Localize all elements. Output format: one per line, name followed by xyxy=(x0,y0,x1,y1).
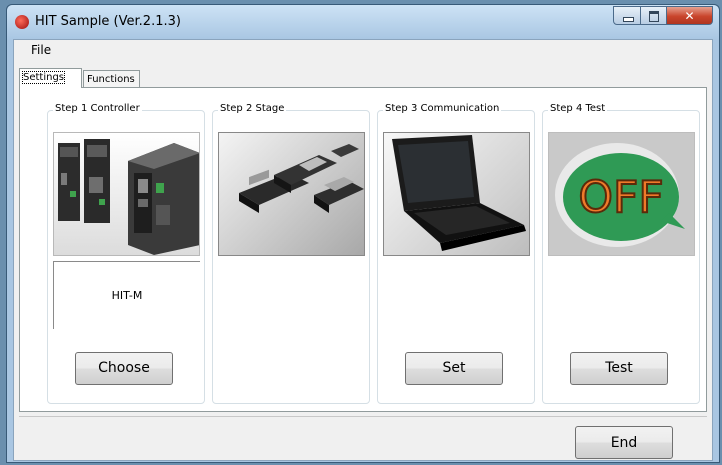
tab-functions[interactable]: Functions xyxy=(83,70,140,87)
controller-illustration xyxy=(58,139,199,255)
title-bar[interactable]: HIT Sample (Ver.2.1.3) xyxy=(7,5,719,39)
set-button[interactable]: Set xyxy=(405,352,503,385)
stage-illustration xyxy=(239,144,364,213)
end-button[interactable]: End xyxy=(575,426,673,459)
menu-file[interactable]: File xyxy=(31,43,51,57)
laptop-image xyxy=(383,132,530,256)
maximize-icon[interactable] xyxy=(641,6,667,25)
app-icon xyxy=(15,15,29,29)
step-1-label: Step 1 Controller xyxy=(53,103,142,114)
controller-model: HIT-M xyxy=(53,261,200,329)
step-4-group: Step 4 Test OFF Test xyxy=(542,103,700,404)
step-2-group: Step 2 Stage xyxy=(212,103,370,404)
test-button[interactable]: Test xyxy=(570,352,668,385)
laptop-illustration xyxy=(392,135,526,251)
tab-functions-label: Functions xyxy=(87,74,135,85)
settings-panel: Step 1 Controller HIT-M Choose Step 2 St… xyxy=(19,87,707,412)
minimize-icon[interactable] xyxy=(613,6,641,25)
off-badge-illustration: OFF xyxy=(555,143,685,247)
step-4-label: Step 4 Test xyxy=(548,103,608,114)
tab-settings[interactable]: Settings xyxy=(19,68,82,88)
window-controls xyxy=(613,6,713,26)
choose-button[interactable]: Choose xyxy=(75,352,173,385)
footer-bar: End xyxy=(19,416,707,459)
close-icon[interactable] xyxy=(667,6,713,25)
stage-image xyxy=(218,132,365,256)
step-3-group: Step 3 Communication Set xyxy=(377,103,535,404)
off-status-image: OFF xyxy=(548,132,695,256)
app-window: HIT Sample (Ver.2.1.3) File Settings Fun… xyxy=(6,4,720,463)
step-1-group: Step 1 Controller HIT-M Choose xyxy=(47,103,205,404)
window-title: HIT Sample (Ver.2.1.3) xyxy=(35,14,181,29)
step-2-label: Step 2 Stage xyxy=(218,103,287,114)
menu-bar: File xyxy=(14,40,712,61)
controller-image xyxy=(53,132,200,256)
off-status-text: OFF xyxy=(578,172,663,223)
tab-settings-label: Settings xyxy=(21,71,66,84)
step-3-label: Step 3 Communication xyxy=(383,103,502,114)
client-area: File Settings Functions Step 1 Controlle… xyxy=(13,39,713,461)
